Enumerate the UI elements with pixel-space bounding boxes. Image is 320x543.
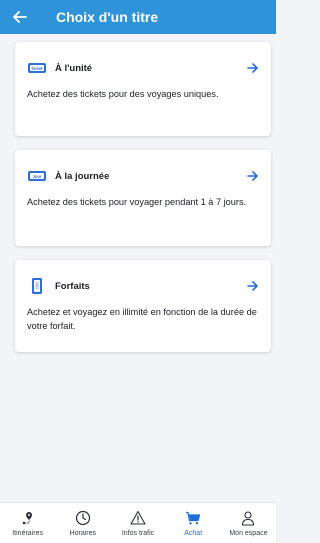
nav-label: Horaires <box>69 530 97 537</box>
svg-text:Jour: Jour <box>32 174 41 179</box>
arrow-right-icon[interactable] <box>247 61 259 76</box>
card-description: Achetez des tickets pour des voyages uni… <box>27 89 219 99</box>
card-day-ticket[interactable]: Jour À la journée Achetez des tickets po… <box>15 150 271 246</box>
card-title: Forfaits <box>55 280 90 292</box>
day-ticket-icon: Jour <box>27 168 47 184</box>
card-pass[interactable]: Forfaits Achetez et voyagez en illimité … <box>15 260 271 352</box>
arrow-right-icon[interactable] <box>247 279 259 294</box>
nav-item-mon-espace[interactable]: Mon espace <box>221 503 276 543</box>
pass-card-icon <box>27 278 47 294</box>
arrow-right-icon[interactable] <box>247 169 259 184</box>
clock-icon <box>75 509 91 527</box>
nav-label: Infos trafic <box>121 530 155 537</box>
card-description: Achetez des tickets pour voyager pendant… <box>27 197 247 207</box>
nav-item-horaires[interactable]: Horaires <box>55 503 110 543</box>
main-content: ticket À l'unité Achetez des tickets pou… <box>0 34 276 502</box>
nav-label: Mon espace <box>229 530 268 537</box>
card-header: ticket À l'unité <box>27 58 259 78</box>
ticket-icon: ticket <box>27 60 47 76</box>
arrow-left-icon <box>13 7 27 28</box>
nav-label: Achat <box>184 530 203 537</box>
back-button[interactable] <box>0 0 40 34</box>
cart-icon <box>185 509 201 527</box>
card-description: Achetez et voyagez en illimité en foncti… <box>27 307 257 331</box>
user-icon <box>240 509 256 527</box>
route-pin-icon <box>20 509 36 527</box>
card-header: Jour À la journée <box>27 166 259 186</box>
card-title: À la journée <box>55 170 110 182</box>
card-single-ticket[interactable]: ticket À l'unité Achetez des tickets pou… <box>15 42 271 136</box>
bottom-navigation: Itinéraires Horaires Infos trafic Achat … <box>0 502 276 543</box>
page-title: Choix d'un titre <box>56 9 159 25</box>
warning-icon <box>130 509 146 527</box>
card-header: Forfaits <box>27 276 259 296</box>
nav-item-itineraires[interactable]: Itinéraires <box>0 503 55 543</box>
nav-item-achat[interactable]: Achat <box>166 503 221 543</box>
app-header: Choix d'un titre <box>0 0 276 34</box>
nav-item-infos-trafic[interactable]: Infos trafic <box>110 503 165 543</box>
nav-label: Itinéraires <box>12 530 43 537</box>
svg-text:ticket: ticket <box>32 66 44 71</box>
card-title: À l'unité <box>55 62 93 74</box>
